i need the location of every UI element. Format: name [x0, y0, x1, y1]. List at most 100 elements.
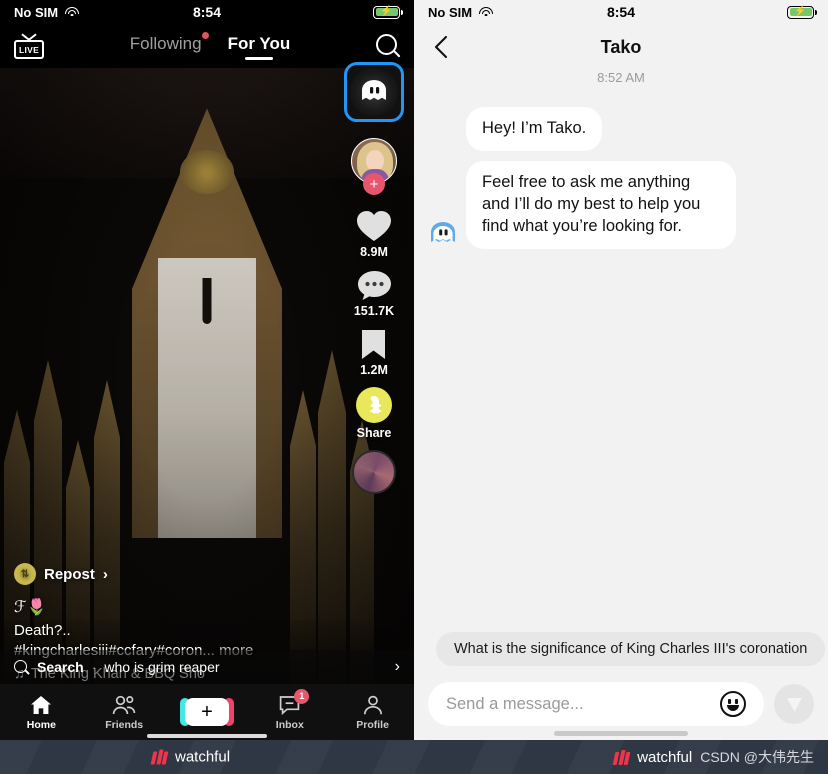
tako-rail-item[interactable] — [344, 62, 404, 122]
message-row: Feel free to ask me anything and I’ll do… — [428, 160, 814, 249]
search-label: Search — [37, 659, 84, 675]
watchful-brand-right: watchful CSDN @大伟先生 — [612, 747, 814, 767]
bottom-navigation: Home Friends + 1 Inbox Profile — [0, 684, 414, 740]
csdn-watermark: CSDN @大伟先生 — [700, 749, 814, 765]
create-plus-icon[interactable]: + — [179, 698, 234, 726]
tab-following-dot — [201, 32, 209, 39]
home-icon — [30, 694, 52, 716]
watchful-logo-icon — [150, 749, 169, 765]
chevron-left-icon[interactable] — [430, 35, 452, 59]
bookmark-rail-item[interactable]: 1.2M — [360, 328, 388, 377]
repost-icon: ⇅ — [14, 563, 36, 585]
author-handle[interactable]: ℱ🌷 — [14, 597, 314, 617]
page-title: Tako — [600, 36, 642, 57]
music-disc-rail-item[interactable] — [352, 450, 396, 494]
status-right: ⚡ — [373, 5, 403, 19]
heart-icon[interactable] — [356, 210, 392, 243]
message-bubble[interactable]: Hey! I’m Tako. — [466, 107, 603, 151]
repost-chevron-icon: › — [102, 565, 108, 583]
comment-rail-item[interactable]: 151.7K — [354, 269, 394, 318]
friends-icon — [112, 694, 136, 716]
comment-icon[interactable] — [357, 269, 392, 302]
left-status-bar: No SIM 8:54 ⚡ — [0, 0, 414, 24]
home-indicator — [147, 734, 267, 738]
spinning-record-icon[interactable] — [352, 450, 396, 494]
profile-icon — [363, 694, 383, 716]
message-input-box[interactable]: Send a message... — [428, 682, 764, 726]
share-label: Share — [356, 426, 392, 440]
avatar[interactable]: + — [351, 138, 397, 195]
feed-search-bar[interactable]: Search · who is grim reaper › — [0, 650, 414, 684]
home-indicator — [554, 731, 688, 736]
send-icon — [786, 697, 802, 711]
tako-button[interactable] — [344, 62, 404, 122]
nav-label-home: Home — [26, 718, 56, 731]
nav-label-inbox: Inbox — [275, 718, 304, 731]
snapchat-icon[interactable] — [356, 387, 392, 423]
conversation-timestamp: 8:52 AM — [597, 70, 645, 85]
message-input-placeholder[interactable]: Send a message... — [446, 695, 720, 714]
search-icon[interactable] — [376, 34, 400, 58]
share-rail-item[interactable]: Share — [356, 387, 392, 440]
feed-header: LIVE Following For You — [0, 24, 414, 68]
tab-for-you-label: For You — [227, 34, 291, 53]
nav-item-create[interactable]: + — [166, 698, 249, 726]
right-status-bar: No SIM 8:54 ⚡ — [414, 0, 828, 24]
status-left: No SIM — [14, 5, 79, 20]
watchful-label: watchful — [637, 748, 693, 766]
carrier-label: No SIM — [428, 4, 473, 20]
inbox-icon: 1 — [279, 688, 310, 716]
tab-for-you[interactable]: For You — [228, 34, 291, 58]
nav-label-friends: Friends — [105, 718, 144, 731]
battery-charging-icon: ⚡ — [373, 5, 403, 19]
action-rail: + 8.9M 151.7K 1.2M Share — [342, 62, 406, 504]
like-count: 8.9M — [360, 245, 388, 259]
watchful-brand-left: watchful — [150, 748, 231, 766]
tiktok-feed-phone: No SIM 8:54 ⚡ LIVE Following For You + 8… — [0, 0, 414, 740]
profile-rail-item[interactable]: + — [351, 132, 397, 200]
tako-ghost-icon — [428, 219, 458, 249]
caption-text: Death?.. — [14, 622, 71, 639]
suggestion-chip[interactable]: What is the significance of King Charles… — [436, 632, 826, 666]
nav-item-profile[interactable]: Profile — [331, 694, 414, 731]
wifi-icon — [478, 6, 493, 18]
search-separator: · — [91, 659, 97, 675]
tab-following[interactable]: Following — [129, 32, 209, 58]
bookmark-icon[interactable] — [360, 328, 387, 361]
send-button[interactable] — [774, 684, 814, 724]
status-right: ⚡ — [787, 5, 817, 19]
tako-ghost-icon — [362, 80, 386, 100]
conversation-list: 8:52 AM Hey! I’m Tako. Feel free to ask … — [414, 70, 828, 624]
like-rail-item[interactable]: 8.9M — [356, 210, 392, 259]
feed-tabs: Following For You — [44, 32, 376, 58]
nav-item-home[interactable]: Home — [0, 694, 83, 731]
repost-button[interactable]: ⇅ Repost › — [14, 563, 314, 585]
nav-item-friends[interactable]: Friends — [83, 694, 166, 731]
emoji-smiley-icon[interactable] — [720, 691, 746, 717]
comment-count: 151.7K — [353, 304, 395, 318]
nav-label-profile: Profile — [356, 718, 389, 731]
tab-following-label: Following — [129, 34, 202, 53]
chat-header: Tako — [414, 24, 828, 70]
wifi-icon — [64, 6, 79, 18]
follow-plus-badge[interactable]: + — [363, 173, 385, 195]
battery-charging-icon: ⚡ — [787, 5, 817, 19]
screenshot-root: No SIM 8:54 ⚡ LIVE Following For You + 8… — [0, 0, 828, 774]
message-composer: Send a message... — [414, 682, 828, 726]
repost-label: Repost — [44, 565, 95, 583]
chevron-right-icon: › — [394, 658, 400, 675]
suggestion-chip-row: What is the significance of King Charles… — [414, 632, 828, 666]
live-label: LIVE — [18, 44, 40, 55]
tako-chat-phone: No SIM 8:54 ⚡ Tako 8:52 AM Hey! I’m Tako… — [414, 0, 828, 740]
status-left: No SIM — [428, 5, 493, 20]
nav-item-inbox[interactable]: 1 Inbox — [248, 688, 331, 731]
bookmark-count: 1.2M — [360, 363, 388, 377]
watchful-label: watchful — [175, 748, 231, 766]
footer-watermark-bar: watchful watchful CSDN @大伟先生 — [0, 740, 828, 774]
live-icon[interactable]: LIVE — [14, 33, 44, 59]
watchful-logo-icon — [612, 749, 631, 765]
message-row: Hey! I’m Tako. — [428, 107, 814, 151]
search-query: who is grim reaper — [104, 659, 220, 675]
message-bubble[interactable]: Feel free to ask me anything and I’ll do… — [466, 160, 736, 249]
carrier-label: No SIM — [14, 4, 59, 20]
